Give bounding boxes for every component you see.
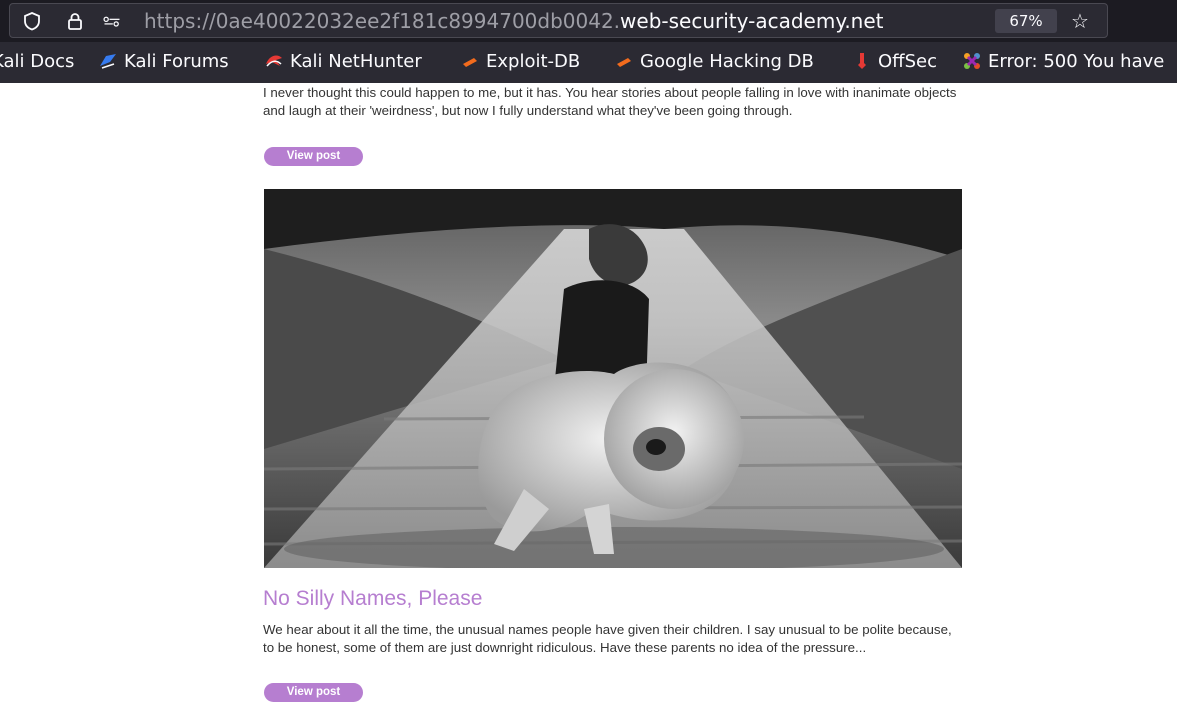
url-text[interactable]: https://0ae40022032ee2f181c8994700db0042…	[144, 10, 884, 32]
bookmark-exploit-db[interactable]: Exploit-DB	[460, 51, 580, 73]
post-title[interactable]: No Silly Names, Please	[263, 586, 482, 612]
exploit-db-icon	[463, 58, 477, 67]
bookmark-offsec[interactable]: OffSec	[852, 51, 937, 73]
bookmark-kali-nethunter[interactable]: Kali NetHunter	[264, 51, 422, 73]
address-bar[interactable]: https://0ae40022032ee2f181c8994700db0042…	[9, 3, 1108, 38]
bookmark-kali-forums[interactable]: Kali Forums	[98, 51, 229, 73]
permissions-icon[interactable]	[102, 11, 122, 31]
browser-toolbar: https://0ae40022032ee2f181c8994700db0042…	[0, 0, 1177, 42]
bookmark-kali-docs[interactable]: Kali Docs	[0, 51, 74, 73]
joomla-icon	[964, 53, 980, 69]
bookmark-error-500[interactable]: Error: 500 You have	[962, 51, 1164, 73]
view-post-button[interactable]: View post	[264, 683, 363, 702]
post-image[interactable]	[264, 189, 962, 568]
lock-icon[interactable]	[65, 11, 85, 31]
kali-forums-icon	[100, 54, 116, 69]
bookmark-google-hacking-db[interactable]: Google Hacking DB	[614, 51, 814, 73]
zoom-level-button[interactable]: 67%	[995, 9, 1057, 33]
post-excerpt: I never thought this could happen to me,…	[263, 85, 957, 118]
bookmarks-toolbar: Kali Docs Kali Forums Kali NetHunter Exp…	[0, 42, 1177, 83]
girl-with-teddy-bear-photo	[264, 189, 962, 568]
bookmark-star-icon[interactable]: ☆	[1071, 9, 1089, 33]
page-content: I never thought this could happen to me,…	[0, 83, 1177, 702]
kali-nethunter-icon	[266, 55, 282, 67]
shield-icon[interactable]	[22, 11, 42, 31]
post-excerpt: We hear about it all the time, the unusu…	[263, 622, 952, 655]
offsec-icon	[858, 53, 866, 69]
google-hacking-db-icon	[617, 58, 631, 67]
view-post-button[interactable]: View post	[264, 147, 363, 166]
